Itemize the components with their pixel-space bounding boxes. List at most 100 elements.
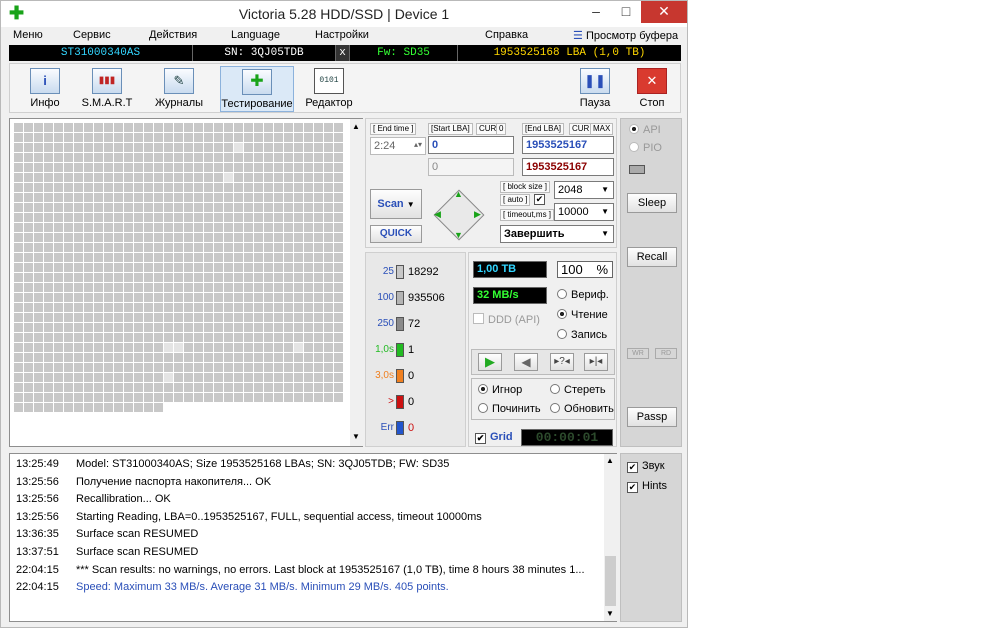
arrow-up-icon[interactable]: ▲ bbox=[454, 189, 463, 199]
surface-block bbox=[184, 123, 193, 132]
scan-button[interactable]: Scan ▼ bbox=[370, 189, 422, 219]
surface-block bbox=[304, 183, 313, 192]
ddd-api-checkbox[interactable]: DDD (API) bbox=[473, 313, 540, 326]
surface-block bbox=[284, 253, 293, 262]
surface-block bbox=[294, 343, 303, 352]
surface-block bbox=[204, 283, 213, 292]
verify-label: Вериф. bbox=[571, 289, 609, 301]
surface-block bbox=[264, 193, 273, 202]
menu-main[interactable]: Меню bbox=[13, 29, 43, 41]
end-time-spinner-icon[interactable]: ▴▾ bbox=[414, 140, 422, 149]
menu-help[interactable]: Справка bbox=[485, 29, 528, 41]
info-tool-button[interactable]: i Инфо bbox=[10, 66, 80, 112]
quick-button[interactable]: QUICK bbox=[370, 225, 422, 243]
pio-radio[interactable]: PIO bbox=[629, 142, 662, 154]
hints-checkbox[interactable]: ✔ Hints bbox=[627, 480, 667, 493]
verify-radio[interactable]: Вериф. bbox=[557, 289, 609, 301]
stat-row: 3,0s 0 bbox=[370, 367, 466, 387]
surface-block bbox=[174, 363, 183, 372]
ignore-radio[interactable]: Игнор bbox=[478, 384, 522, 396]
sleep-button[interactable]: Sleep bbox=[627, 193, 677, 213]
radio-icon bbox=[557, 289, 567, 299]
surface-block bbox=[304, 383, 313, 392]
surface-block bbox=[324, 133, 333, 142]
repair-radio[interactable]: Починить bbox=[478, 403, 541, 415]
surface-block bbox=[294, 393, 303, 402]
surface-block bbox=[314, 363, 323, 372]
end-lba-field[interactable]: 1953525167 bbox=[522, 136, 614, 154]
erase-radio[interactable]: Стереть bbox=[550, 384, 606, 396]
menu-settings[interactable]: Настройки bbox=[315, 29, 369, 41]
menu-service[interactable]: Сервис bbox=[73, 29, 111, 41]
scroll-down-icon[interactable]: ▼ bbox=[352, 432, 360, 441]
skip-random-icon[interactable]: ▸?◂ bbox=[550, 353, 574, 371]
start-lba-field[interactable]: 0 bbox=[428, 136, 514, 154]
menu-actions[interactable]: Действия bbox=[149, 29, 197, 41]
surface-block bbox=[114, 393, 123, 402]
end-max-button[interactable]: MAX bbox=[590, 123, 614, 135]
log-scroll-down-icon[interactable]: ▼ bbox=[606, 609, 614, 618]
passp-button[interactable]: Passp bbox=[627, 407, 677, 427]
surface-block bbox=[14, 273, 23, 282]
read-radio[interactable]: Чтение bbox=[557, 309, 608, 321]
surface-block bbox=[204, 123, 213, 132]
log-entry: 22:04:15 *** Scan results: no warnings, n… bbox=[16, 564, 606, 581]
surface-block bbox=[24, 183, 33, 192]
surface-block bbox=[184, 363, 193, 372]
write-radio[interactable]: Запись bbox=[557, 329, 607, 341]
end-cur-button[interactable]: CUR bbox=[569, 123, 593, 135]
surface-block bbox=[274, 163, 283, 172]
scroll-up-icon[interactable]: ▲ bbox=[352, 122, 360, 131]
start-zero-button[interactable]: 0 bbox=[496, 123, 507, 135]
grid-checkbox[interactable]: ✔ Grid bbox=[475, 431, 513, 444]
sound-checkbox[interactable]: ✔ Звук bbox=[627, 460, 665, 473]
logs-tool-button[interactable]: ✎ Журналы bbox=[144, 66, 214, 112]
surface-block bbox=[74, 153, 83, 162]
smart-tool-button[interactable]: ▮▮▮ S.M.A.R.T bbox=[72, 66, 142, 112]
start-lba-label: [Start LBA] bbox=[428, 123, 473, 135]
menu-language[interactable]: Language bbox=[231, 29, 280, 41]
surface-block bbox=[74, 193, 83, 202]
log-scroll-up-icon[interactable]: ▲ bbox=[606, 456, 614, 465]
surface-block bbox=[174, 203, 183, 212]
pause-button[interactable]: ❚❚ Пауза bbox=[562, 66, 628, 112]
surface-block bbox=[24, 273, 33, 282]
surface-block bbox=[234, 183, 243, 192]
surface-block bbox=[314, 163, 323, 172]
stop-button[interactable]: ✕ Стоп bbox=[622, 66, 682, 112]
surface-scrollbar[interactable]: ▲ ▼ bbox=[350, 119, 363, 446]
maximize-button[interactable]: □ bbox=[611, 1, 641, 23]
editor-tool-button[interactable]: 0101 Редактор bbox=[294, 66, 364, 112]
arrow-right-icon[interactable]: ▶ bbox=[474, 209, 481, 220]
timeout-select[interactable]: 10000 ▼ bbox=[554, 203, 614, 221]
reverse-icon[interactable]: ◀ bbox=[514, 353, 538, 371]
arrow-down-icon[interactable]: ▼ bbox=[454, 230, 463, 240]
buffer-view-button[interactable]: ☰ Просмотр буфера bbox=[573, 29, 678, 42]
close-device-button[interactable]: x bbox=[336, 45, 350, 61]
surface-block bbox=[264, 303, 273, 312]
surface-block bbox=[184, 183, 193, 192]
surface-block bbox=[144, 273, 153, 282]
arrow-left-icon[interactable]: ◀ bbox=[434, 209, 441, 220]
recall-button[interactable]: Recall bbox=[627, 247, 677, 267]
refresh-radio[interactable]: Обновить bbox=[550, 403, 614, 415]
finish-action-select[interactable]: Завершить ▼ bbox=[500, 225, 614, 243]
surface-block bbox=[324, 383, 333, 392]
log-scroll-thumb[interactable] bbox=[605, 556, 616, 606]
surface-block bbox=[44, 143, 53, 152]
api-radio[interactable]: API bbox=[629, 124, 661, 136]
surface-block bbox=[124, 183, 133, 192]
surface-block bbox=[44, 233, 53, 242]
indicator-led bbox=[629, 165, 645, 174]
close-window-button[interactable]: ✕ bbox=[641, 1, 687, 23]
auto-checkbox[interactable]: ✔ bbox=[534, 194, 545, 205]
block-size-select[interactable]: 2048 ▼ bbox=[554, 181, 614, 199]
surface-block bbox=[324, 243, 333, 252]
play-icon[interactable]: ▶ bbox=[478, 353, 502, 371]
skip-end-icon[interactable]: ▸|◂ bbox=[584, 353, 608, 371]
log-scrollbar[interactable]: ▲ ▼ bbox=[604, 454, 617, 621]
surface-block bbox=[124, 153, 133, 162]
surface-block bbox=[134, 273, 143, 282]
minimize-button[interactable]: – bbox=[581, 1, 611, 23]
testing-tool-button[interactable]: ✚ Тестирование bbox=[220, 66, 294, 112]
